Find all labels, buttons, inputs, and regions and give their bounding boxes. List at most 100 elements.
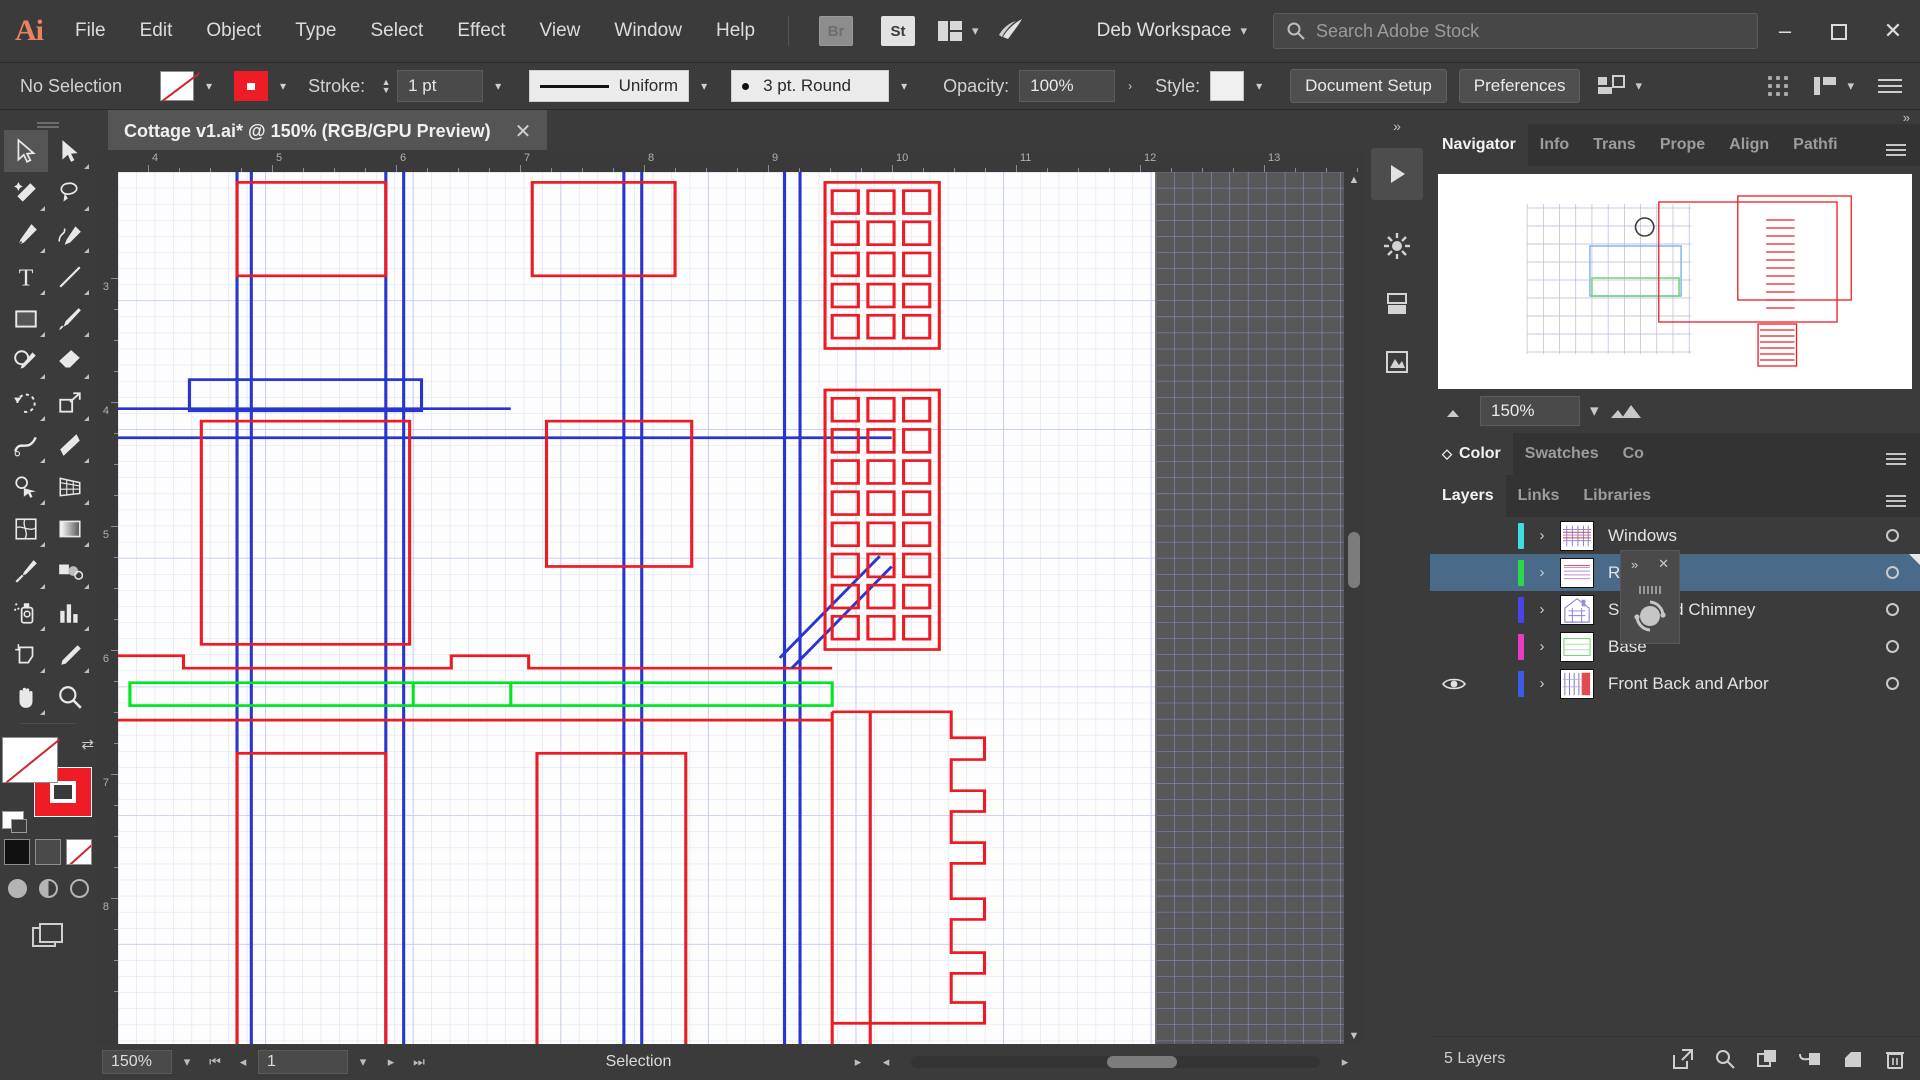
floating-panel-close-icon[interactable]: ✕: [1658, 556, 1669, 572]
swap-fill-stroke-icon[interactable]: ⇄: [81, 735, 94, 753]
rail-properties[interactable]: [1371, 148, 1423, 200]
layer-expand-chevron-right-icon[interactable]: ›: [1524, 675, 1560, 692]
style-chevron-down-icon[interactable]: ▾: [1244, 71, 1274, 101]
make-clipping-mask-icon[interactable]: [1756, 1048, 1778, 1070]
navigator-panel-menu-icon[interactable]: [1872, 124, 1920, 166]
variable-width-profile-select[interactable]: Uniform: [529, 70, 690, 102]
draw-normal-button[interactable]: [7, 879, 27, 898]
layer-row[interactable]: › Windows: [1430, 517, 1920, 554]
scroll-right-icon[interactable]: ▸: [1332, 1054, 1358, 1070]
tab-links[interactable]: Links: [1506, 475, 1572, 517]
tab-navigator[interactable]: Navigator: [1430, 124, 1528, 166]
window-maximize-button[interactable]: [1812, 0, 1866, 62]
layer-visibility-toggle[interactable]: [1430, 676, 1478, 692]
menu-effect[interactable]: Effect: [440, 0, 522, 62]
default-fill-stroke-icon[interactable]: [2, 811, 27, 833]
layer-name[interactable]: Windows: [1594, 526, 1864, 546]
expand-panels-icon[interactable]: »: [1393, 118, 1401, 134]
fill-color-swatch[interactable]: [2, 737, 58, 783]
tab-layers[interactable]: Layers: [1430, 475, 1506, 517]
fill-swatch[interactable]: [160, 71, 195, 101]
create-new-layer-icon[interactable]: [1842, 1048, 1864, 1070]
perspective-grid-tool[interactable]: [48, 466, 92, 508]
magic-wand-tool[interactable]: [4, 172, 48, 214]
width-tool[interactable]: [4, 424, 48, 466]
navigator-preview[interactable]: [1438, 174, 1912, 389]
column-graph-tool[interactable]: [48, 592, 92, 634]
eraser-tool[interactable]: [48, 340, 92, 382]
selection-tool[interactable]: [4, 130, 48, 172]
artboard-number-input[interactable]: 1: [258, 1050, 348, 1074]
grip-dots-icon[interactable]: [1768, 76, 1789, 96]
layers-panel-menu-icon[interactable]: [1872, 475, 1920, 517]
symbol-sprayer-tool[interactable]: [4, 592, 48, 634]
layer-target-circle-icon[interactable]: [1864, 529, 1920, 542]
stock-icon[interactable]: St: [881, 16, 916, 46]
artboard-canvas[interactable]: [118, 172, 1344, 1044]
close-icon[interactable]: ✕: [515, 119, 532, 144]
layer-target-circle-icon[interactable]: [1864, 566, 1920, 579]
curvature-tool[interactable]: [48, 214, 92, 256]
rail-layers[interactable]: [1371, 278, 1423, 330]
layer-expand-chevron-right-icon[interactable]: ›: [1524, 527, 1560, 544]
type-tool[interactable]: T: [4, 256, 48, 298]
brush-definition-select[interactable]: 3 pt. Round: [731, 70, 890, 102]
layer-target-circle-icon[interactable]: [1864, 677, 1920, 690]
window-close-button[interactable]: ✕: [1866, 0, 1920, 62]
workspace-name[interactable]: Deb Workspace: [1097, 20, 1232, 42]
layer-expand-chevron-right-icon[interactable]: ›: [1524, 638, 1560, 655]
horizontal-scroll-thumb[interactable]: [1107, 1056, 1178, 1068]
draw-inside-button[interactable]: [69, 879, 89, 898]
menu-window[interactable]: Window: [597, 0, 699, 62]
brush-chevron-down-icon[interactable]: ▾: [889, 71, 919, 101]
zoom-out-mountain-icon[interactable]: [1444, 403, 1470, 419]
status-zoom-input[interactable]: 150%: [102, 1050, 172, 1074]
menu-file[interactable]: File: [58, 0, 123, 62]
vertical-scrollbar[interactable]: ▲ ▼: [1344, 172, 1364, 1044]
tab-pathfinder[interactable]: Pathfi: [1781, 124, 1849, 166]
toolbar-drag-handle[interactable]: [0, 116, 96, 130]
menu-view[interactable]: View: [523, 0, 598, 62]
panel-menu-icon[interactable]: [1878, 79, 1902, 93]
pen-tool[interactable]: [4, 214, 48, 256]
search-adobe-stock-input[interactable]: Search Adobe Stock: [1273, 13, 1758, 49]
rail-libraries[interactable]: [1371, 220, 1423, 272]
bridge-icon[interactable]: Br: [819, 16, 854, 46]
variable-width-chevron-down-icon[interactable]: ▾: [689, 71, 719, 101]
menu-edit[interactable]: Edit: [123, 0, 190, 62]
hand-tool[interactable]: [4, 676, 48, 718]
blend-tool[interactable]: [48, 550, 92, 592]
tab-properties[interactable]: Prope: [1648, 124, 1717, 166]
tab-align[interactable]: Align: [1717, 124, 1781, 166]
tab-color[interactable]: ◇ Color: [1430, 433, 1513, 475]
layer-expand-chevron-right-icon[interactable]: ›: [1524, 601, 1560, 618]
none-swatch-button[interactable]: [66, 839, 92, 865]
scale-tool[interactable]: [48, 382, 92, 424]
preferences-button[interactable]: Preferences: [1458, 69, 1581, 103]
zoom-in-mountain-icon[interactable]: [1609, 402, 1643, 420]
stroke-weight-stepper[interactable]: ▲ ▼: [375, 78, 397, 95]
zoom-tool[interactable]: [48, 676, 92, 718]
stroke-weight-input[interactable]: 1 pt: [397, 70, 484, 102]
tab-color-guide[interactable]: Co: [1611, 433, 1656, 475]
opacity-input[interactable]: 100%: [1019, 70, 1116, 102]
arrange-panel-icon[interactable]: [1812, 75, 1838, 97]
tab-swatches[interactable]: Swatches: [1513, 433, 1611, 475]
shape-builder-tool[interactable]: [4, 466, 48, 508]
collapse-panels-icon[interactable]: »: [1903, 110, 1910, 125]
tab-libraries[interactable]: Libraries: [1571, 475, 1663, 517]
menu-help[interactable]: Help: [699, 0, 772, 62]
layer-target-circle-icon[interactable]: [1864, 640, 1920, 653]
layer-name[interactable]: Front Back and Arbor: [1594, 674, 1864, 694]
status-zoom-chevron-down-icon[interactable]: ▾: [174, 1054, 200, 1070]
shaper-tool[interactable]: [4, 340, 48, 382]
last-artboard-icon[interactable]: ⏭: [406, 1054, 432, 1070]
discover-rocket-icon[interactable]: [997, 17, 1027, 45]
draw-behind-button[interactable]: [38, 879, 58, 898]
color-panel-menu-icon[interactable]: [1872, 433, 1920, 475]
stroke-weight-chevron-down-icon[interactable]: ▾: [483, 71, 513, 101]
scroll-left-icon[interactable]: ◂: [873, 1054, 899, 1070]
opacity-more-button[interactable]: ›: [1115, 71, 1145, 101]
rectangle-tool[interactable]: [4, 298, 48, 340]
mesh-tool[interactable]: [4, 508, 48, 550]
